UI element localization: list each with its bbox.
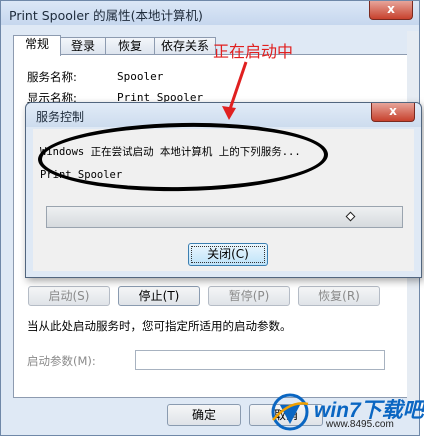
tab-general[interactable]: 常规 (13, 35, 61, 56)
watermark: win7下载吧 www.8495.com (268, 388, 424, 436)
win7-logo-icon (271, 393, 309, 431)
annotation-text: 正在启动中 (213, 42, 294, 61)
watermark-url: www.8495.com (326, 419, 394, 430)
annotation-arrow-icon (222, 61, 248, 120)
